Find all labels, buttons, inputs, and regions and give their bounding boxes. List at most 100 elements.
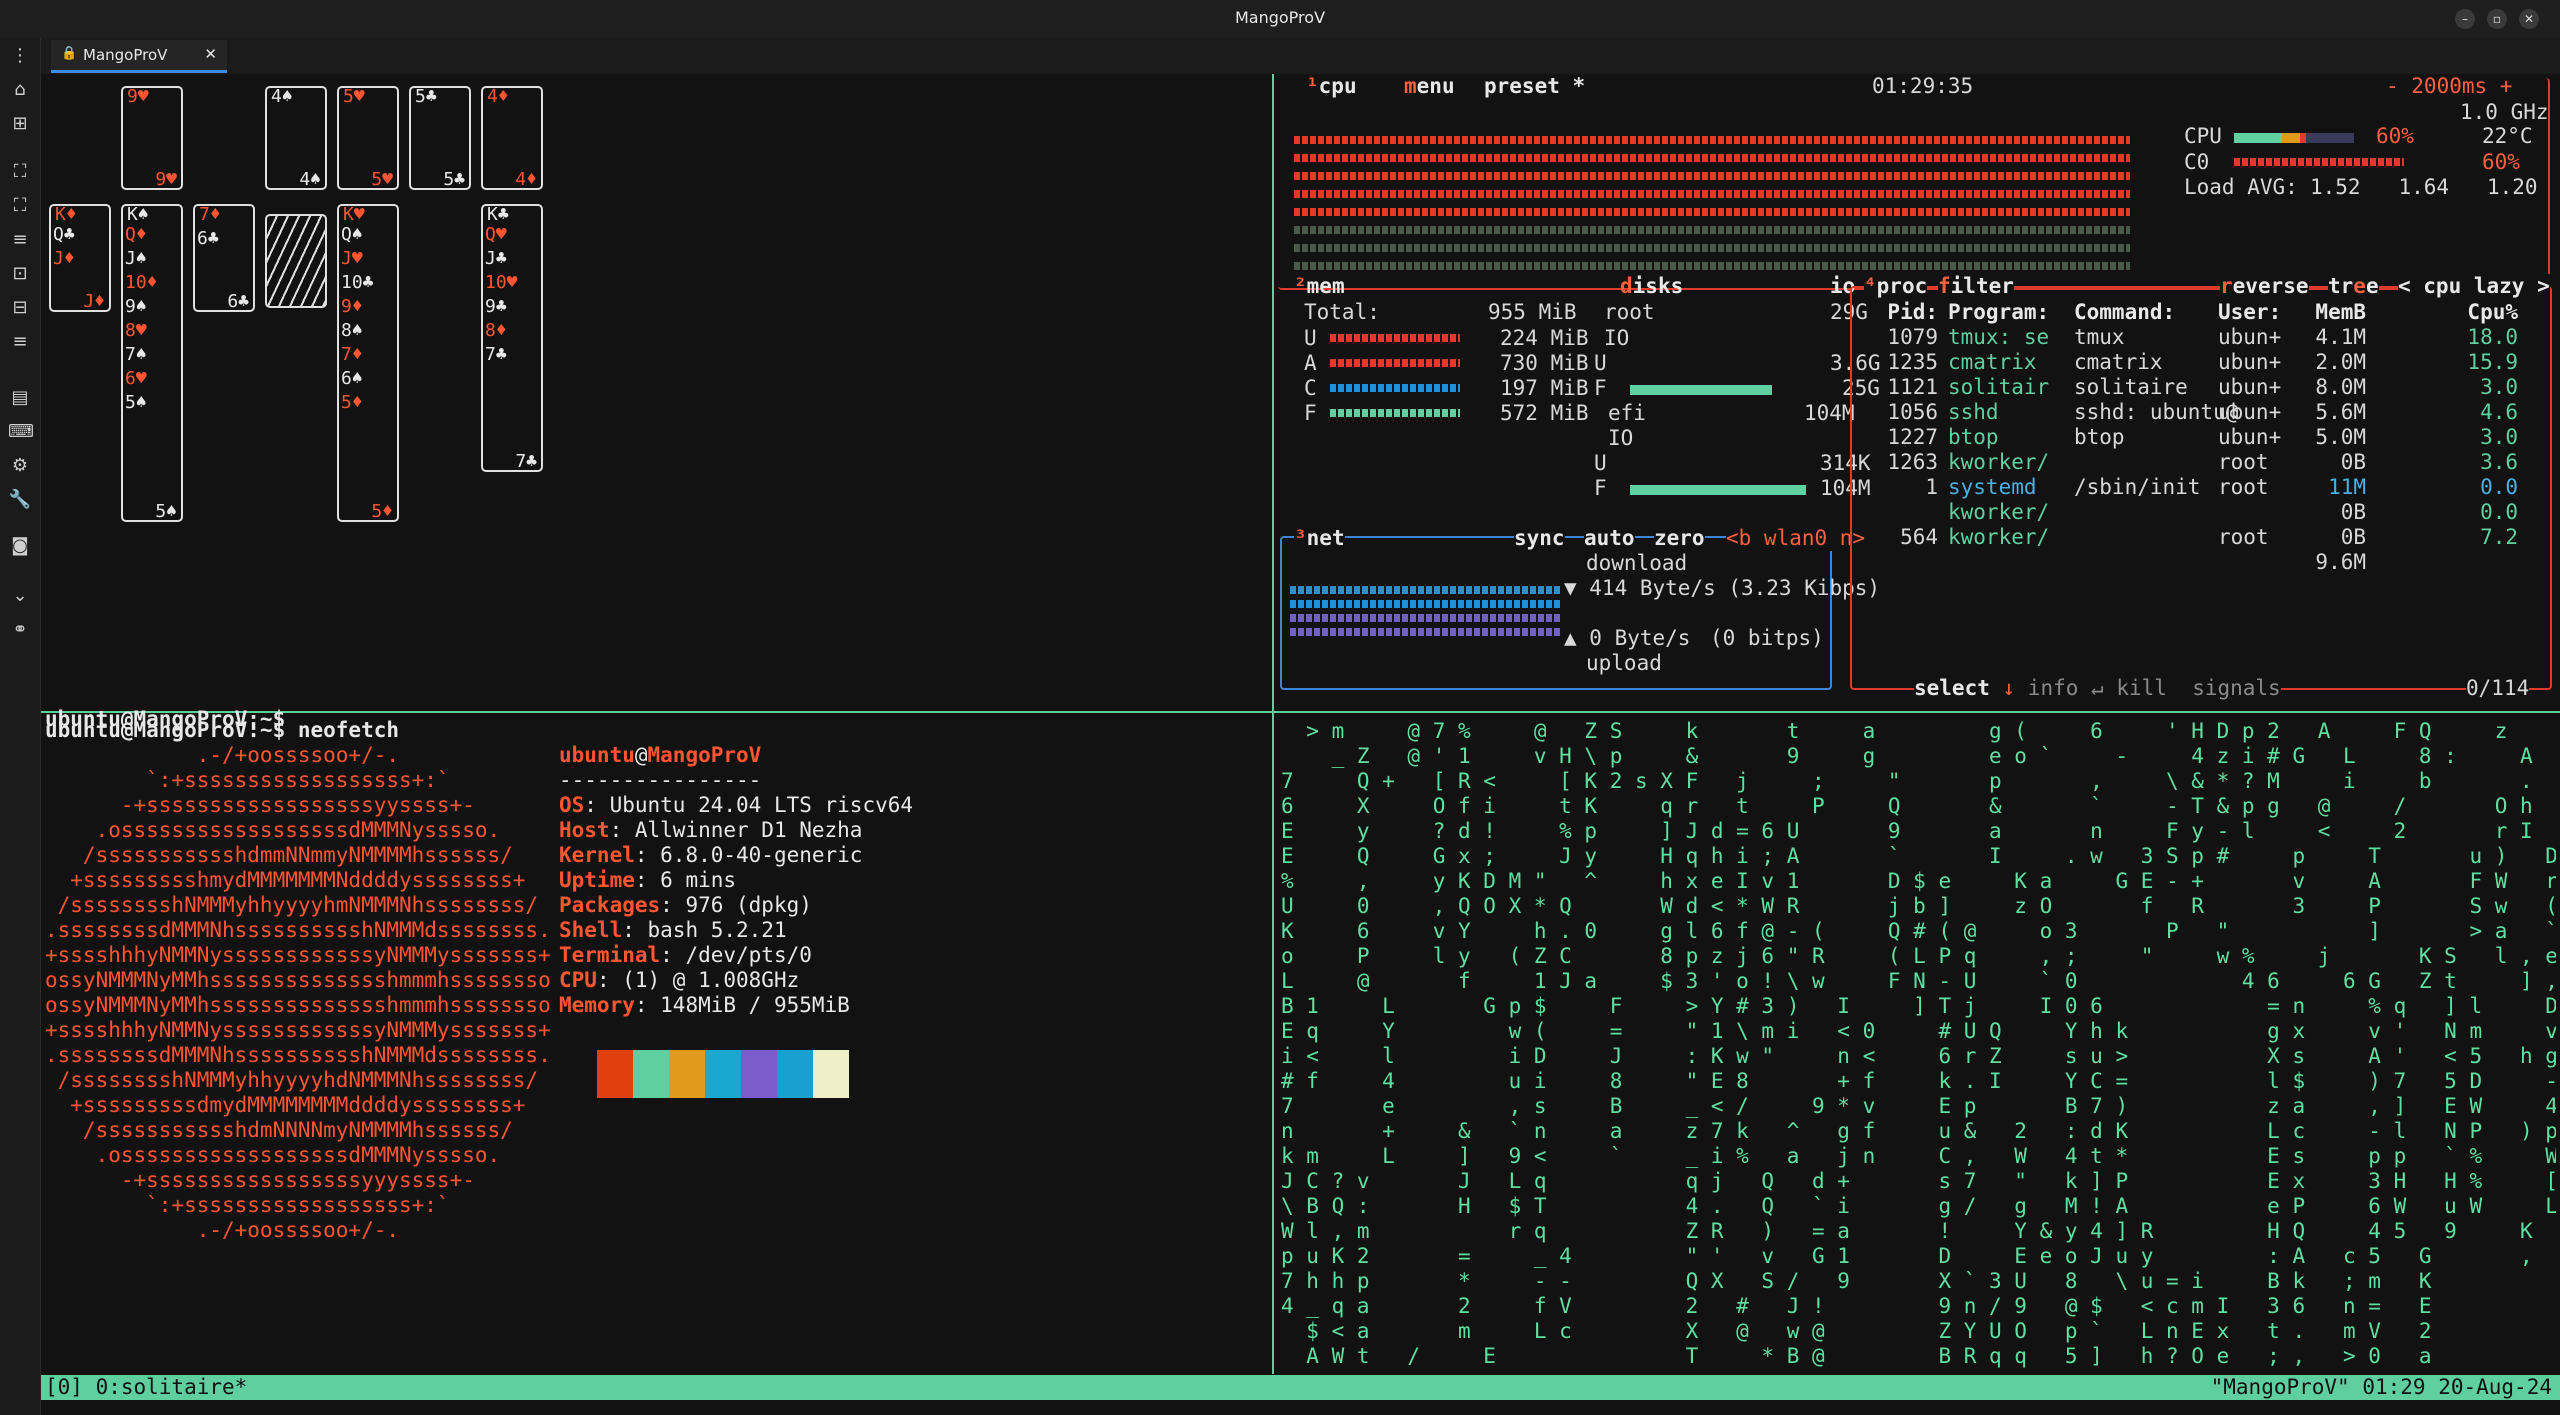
info-row: Memory: 148MiB / 955MiB [559, 993, 850, 1017]
cpu-graph [1294, 208, 2130, 216]
proc-cell: 0B [2340, 500, 2366, 524]
proc-cell: ubun+ [2218, 350, 2282, 374]
matrix-line: n + & ` n a z 7 k ^ g f u & 2 : d K L c … [1281, 1119, 2556, 1143]
card-foundation-4[interactable]: 5♣ 5♣ [409, 86, 471, 190]
cpu-title[interactable]: ¹cpu [1306, 74, 1357, 99]
shell-prompt[interactable]: ubuntu@MangoProV:~$ [45, 707, 285, 732]
net-auto[interactable]: auto [1584, 526, 1635, 551]
proc-cell: cmatrix [1948, 350, 2037, 374]
color-swatch [741, 1050, 777, 1098]
cmatrix-pane[interactable]: > m @ 7 % @ Z S k t a g ( 6 ' H D p 2 A … [1281, 719, 2556, 1369]
list-alt-icon[interactable]: ≡ [8, 330, 32, 354]
logo-line: +sssshhhyNMMNyssssssssssssyNMMMysssssss+ [45, 1018, 551, 1042]
proc-cell: 1056 [1887, 400, 1938, 424]
solitaire-pane[interactable]: 9♥ 9♥ 4♠ 4♠ 5♥ 5♥ 5♣ 5♣ 4♦ 4♦ K♦ J♦ Q♣ J♦ K♠ 5♠… [41, 74, 1271, 710]
close-tab-icon[interactable]: ✕ [204, 45, 217, 63]
tab-mangoprov[interactable]: 🔒 MangoProV ✕ [51, 40, 227, 73]
chevron-down-icon[interactable]: ⌄ [8, 584, 32, 608]
info-value: 148MiB / 955MiB [660, 993, 850, 1017]
card-foundation-2[interactable]: 4♠ 4♠ [265, 86, 327, 190]
matrix-line: 7 e , s B _ < / 9 * v E p B 7 ) z a , ] … [1281, 1094, 2556, 1118]
logo-line: `:+ssssssssssssssssss+:` [45, 768, 450, 792]
window-icon[interactable]: ▤ [8, 386, 32, 410]
minimize-button[interactable]: – [2455, 9, 2475, 29]
net-zero[interactable]: zero [1654, 526, 1705, 551]
tableau-col-3[interactable]: 7♦ 6♣ [193, 204, 255, 312]
info-key: Memory [559, 993, 635, 1017]
cpu-graph [1294, 190, 2130, 198]
matrix-line: 7 Q + [ R < [ K 2 s X F j ; " p , \ & * … [1281, 769, 2556, 793]
card-stub: 9♠ [125, 296, 147, 317]
info-value: Allwinner D1 Nezha [634, 818, 863, 842]
proc-cell: systemd [1948, 475, 2037, 499]
settings-icon[interactable]: ⚙ [8, 454, 32, 478]
camera-icon[interactable]: ◙ [8, 534, 32, 558]
logo-line: /ssssssssssshdmmNNmmyNMMMMhssssss/ [45, 843, 513, 867]
list-icon[interactable]: ≡ [8, 228, 32, 252]
info-row: Host: Allwinner D1 Nezha [559, 818, 863, 842]
mem-row-key: C [1304, 376, 1317, 400]
proc-sort[interactable]: < cpu lazy > [2398, 274, 2550, 299]
core-meter [2234, 158, 2404, 166]
proc-title[interactable]: ⁴proc [1864, 274, 1928, 299]
cpu-preset[interactable]: preset * [1484, 74, 1585, 99]
menu-icon[interactable]: ⋮ [8, 44, 32, 68]
disk-efi-used-label: U [1594, 451, 1607, 475]
split-alt-icon[interactable]: ⊟ [8, 296, 32, 320]
card-stub: 9♦ [341, 296, 363, 317]
tableau-col-4-facedown[interactable] [265, 214, 327, 308]
mem-free-meter [1330, 409, 1460, 417]
matrix-line: 7 h h p * - - Q X S / 9 X ` 3 U 8 \ u = … [1281, 1269, 2556, 1293]
proc-cell: User: [2218, 300, 2282, 324]
proc-cell: 9.6M [2315, 550, 2366, 574]
pane-divider-horizontal[interactable] [41, 711, 2560, 713]
fullscreen-icon[interactable]: ⛶ [8, 160, 32, 184]
proc-tree[interactable]: tree [2328, 274, 2379, 299]
split-icon[interactable]: ⊡ [8, 262, 32, 286]
disk-efi-free-label: F [1594, 476, 1607, 500]
home-icon[interactable]: ⌂ [8, 78, 32, 102]
card-stub: 8♠ [341, 320, 363, 341]
keyboard-icon[interactable]: ⌨ [8, 420, 34, 444]
wrench-icon[interactable]: 🔧 [8, 488, 32, 512]
cpu-graph [1294, 136, 2130, 144]
logo-line: ossyNMMMNyMMhsssssssssssssshmmmhssssssso [45, 968, 551, 992]
proc-cell: kworker/ [1948, 525, 2050, 549]
cpu-graph [1294, 154, 2130, 162]
disk-used-label: U [1594, 351, 1607, 375]
card-stub: 6♠ [341, 368, 363, 389]
logo-line: -+ssssssssssssssssssyyssss+- [45, 793, 475, 817]
card-foundation-3[interactable]: 5♥ 5♥ [337, 86, 399, 190]
card-foundation-5[interactable]: 4♦ 4♦ [481, 86, 543, 190]
btop-pane[interactable]: ¹cpu menu preset * 01:29:35 - 2000ms + 1… [1274, 74, 2560, 710]
tmux-window-list[interactable]: [0] 0:solitaire* [45, 1375, 247, 1400]
disks-title[interactable]: disks [1620, 274, 1683, 299]
neofetch-pane[interactable]: ubuntu@MangoProV:~$ neofetch .-/+oosssso… [41, 714, 1271, 1374]
card-foundation-1[interactable]: 9♥ 9♥ [121, 86, 183, 190]
proc-reverse[interactable]: reverse [2220, 274, 2309, 299]
proc-cell: 564 [1900, 525, 1938, 549]
expand-icon[interactable]: ⛶ [8, 194, 32, 218]
mem-row-key: U [1304, 326, 1317, 350]
close-window-button[interactable]: ✕ [2519, 9, 2539, 29]
terminal-area[interactable]: 9♥ 9♥ 4♠ 4♠ 5♥ 5♥ 5♣ 5♣ 4♦ 4♦ K♦ J♦ Q♣ J♦ K♠ 5♠… [41, 74, 2560, 1415]
proc-cell: Program: [1948, 300, 2050, 324]
proc-filter[interactable]: filter [1938, 274, 2014, 299]
net-upload-bits: (0 bitps) [1710, 626, 1824, 650]
new-tab-icon[interactable]: ⊞ [8, 112, 32, 136]
mem-title[interactable]: ²mem [1294, 274, 1345, 299]
lock-icon: 🔒 [61, 46, 78, 61]
net-interface[interactable]: <b wlan0 n> [1726, 526, 1866, 551]
maximize-button[interactable]: ▫ [2487, 9, 2507, 29]
disk-free-label: F [1594, 376, 1607, 400]
link-icon[interactable]: ⚭ [8, 618, 32, 642]
update-interval[interactable]: - 2000ms + [2386, 74, 2512, 99]
proc-cell: tmux [2074, 325, 2125, 349]
cpu-menu[interactable]: menu [1404, 74, 1455, 99]
info-value: 6.8.0-40-generic [660, 843, 863, 867]
proc-cell: ubun+ [2218, 425, 2282, 449]
net-title[interactable]: ³net [1294, 526, 1345, 551]
net-sync[interactable]: sync [1514, 526, 1565, 551]
info-value: Ubuntu 24.04 LTS riscv64 [609, 793, 914, 817]
card-stub: 7♦ [341, 344, 363, 365]
